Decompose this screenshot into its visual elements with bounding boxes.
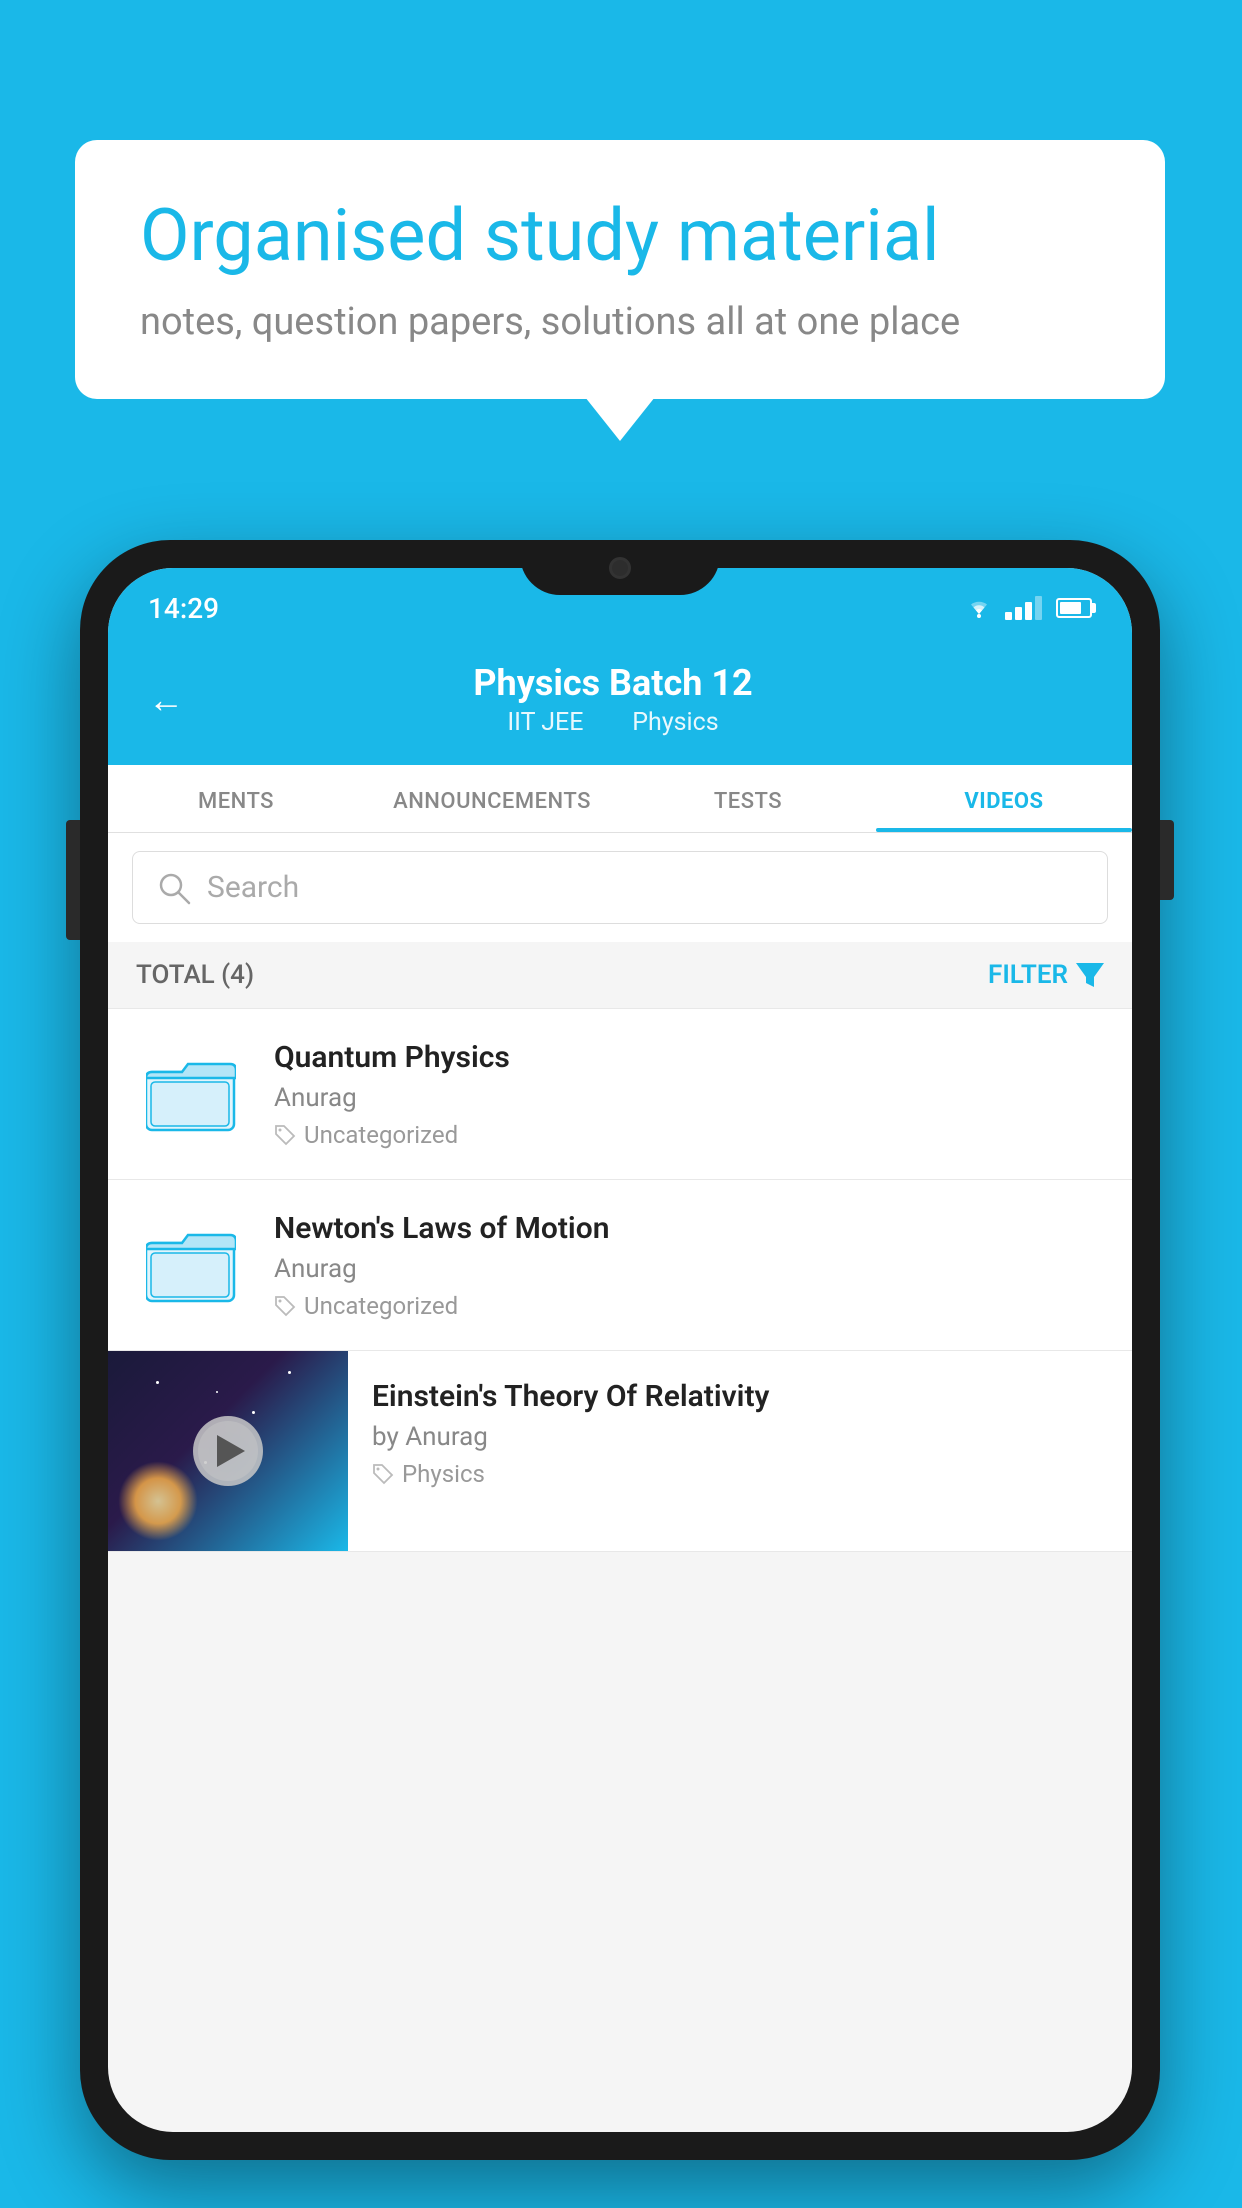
item-title: Quantum Physics	[274, 1040, 1104, 1075]
item-title: Newton's Laws of Motion	[274, 1211, 1104, 1246]
play-triangle-icon	[217, 1435, 245, 1467]
item-info: Einstein's Theory Of Relativity by Anura…	[348, 1351, 1132, 1516]
phone-screen: 14:29	[108, 568, 1132, 2132]
header-title-block: Physics Batch 12 IIT JEE Physics	[214, 662, 1012, 737]
filter-icon	[1076, 963, 1104, 987]
phone-frame: 14:29	[80, 540, 1160, 2160]
video-thumbnail	[108, 1351, 348, 1551]
batch-title: Physics Batch 12	[214, 662, 1012, 704]
item-tag: Uncategorized	[274, 1121, 1104, 1149]
battery-icon	[1056, 598, 1092, 618]
search-icon	[157, 871, 191, 905]
tab-bar: MENTS ANNOUNCEMENTS TESTS VIDEOS	[108, 765, 1132, 833]
item-author: Anurag	[274, 1083, 1104, 1113]
play-button[interactable]	[193, 1416, 263, 1486]
item-info: Newton's Laws of Motion Anurag Uncategor…	[274, 1211, 1104, 1320]
batch-subtitle: IIT JEE Physics	[214, 708, 1012, 737]
item-info: Quantum Physics Anurag Uncategorized	[274, 1040, 1104, 1149]
tag-icon	[372, 1463, 394, 1485]
total-count: TOTAL (4)	[136, 960, 254, 990]
filter-button[interactable]: FILTER	[988, 960, 1104, 990]
item-author: Anurag	[274, 1254, 1104, 1284]
speech-bubble-container: Organised study material notes, question…	[75, 140, 1165, 399]
subtitle-physics: Physics	[632, 708, 718, 737]
list-item[interactable]: Quantum Physics Anurag Uncategorized	[108, 1009, 1132, 1180]
item-title: Einstein's Theory Of Relativity	[372, 1379, 1108, 1414]
item-tag: Physics	[372, 1460, 1108, 1488]
speech-bubble-subtitle: notes, question papers, solutions all at…	[140, 300, 1100, 344]
item-thumbnail	[136, 1210, 246, 1320]
tab-ments[interactable]: MENTS	[108, 765, 364, 832]
item-tag: Uncategorized	[274, 1292, 1104, 1320]
planet-visual	[118, 1461, 198, 1541]
subtitle-iit: IIT JEE	[507, 708, 583, 737]
back-button[interactable]: ←	[148, 679, 184, 721]
item-author: by Anurag	[372, 1422, 1108, 1452]
status-time: 14:29	[148, 592, 219, 625]
app-header: ← Physics Batch 12 IIT JEE Physics	[108, 640, 1132, 765]
tag-icon	[274, 1124, 296, 1146]
tab-videos[interactable]: VIDEOS	[876, 765, 1132, 832]
search-placeholder: Search	[207, 870, 299, 905]
item-thumbnail	[136, 1039, 246, 1149]
filter-bar: TOTAL (4) FILTER	[108, 942, 1132, 1009]
folder-icon	[146, 1054, 236, 1134]
tab-tests[interactable]: TESTS	[620, 765, 876, 832]
list-item[interactable]: Einstein's Theory Of Relativity by Anura…	[108, 1351, 1132, 1552]
camera	[609, 557, 631, 579]
video-list: Quantum Physics Anurag Uncategorized	[108, 1009, 1132, 1552]
search-bar[interactable]: Search	[132, 851, 1108, 924]
search-container: Search	[108, 833, 1132, 942]
phone-outer: 14:29	[80, 540, 1160, 2160]
signal-icon	[1005, 596, 1042, 620]
speech-bubble-title: Organised study material	[140, 195, 1100, 278]
phone-notch	[520, 540, 720, 595]
folder-icon	[146, 1225, 236, 1305]
tag-icon	[274, 1295, 296, 1317]
status-icons	[963, 596, 1092, 620]
list-item[interactable]: Newton's Laws of Motion Anurag Uncategor…	[108, 1180, 1132, 1351]
wifi-icon	[963, 596, 995, 620]
speech-bubble: Organised study material notes, question…	[75, 140, 1165, 399]
tab-announcements[interactable]: ANNOUNCEMENTS	[364, 765, 620, 832]
